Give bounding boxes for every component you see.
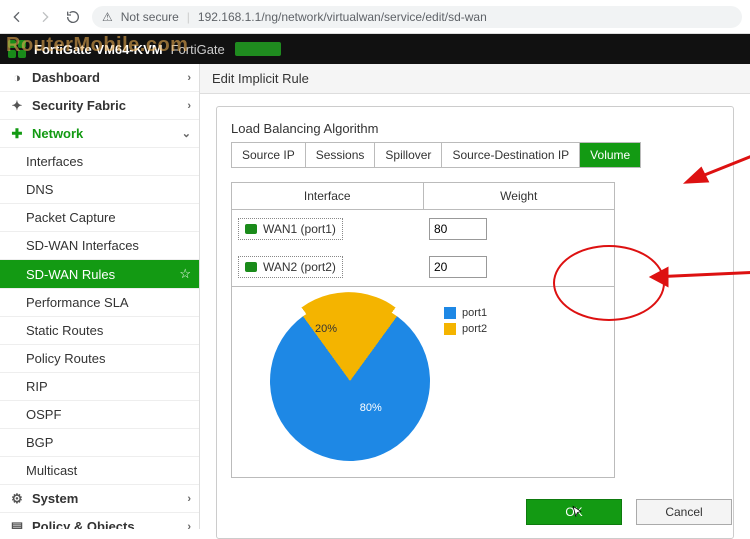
pie-label-port1: 80% (360, 402, 382, 414)
legend-swatch-port2 (444, 323, 456, 335)
chevron-right-icon: › (187, 521, 191, 530)
port-icon (245, 224, 257, 234)
tab-spillover[interactable]: Spillover (375, 143, 442, 167)
sidebar-item-network[interactable]: ✚Network ⌄ (0, 120, 199, 148)
sidebar-item-performance-sla[interactable]: Performance SLA (0, 289, 199, 317)
warning-icon: ⚠ (102, 10, 113, 24)
hostname: FortiGate (171, 42, 225, 57)
sidebar-item-packet-capture[interactable]: Packet Capture (0, 204, 199, 232)
page-title: Edit Implicit Rule (200, 64, 750, 94)
annotation-arrow (647, 127, 750, 197)
legend: port1 port2 (444, 307, 487, 461)
weight-input-wan1[interactable] (429, 218, 487, 240)
pie-label-port2: 20% (315, 323, 337, 335)
pie-chart: 20% 80% port1 port2 (232, 286, 614, 477)
gear-icon: ⚙ (10, 492, 24, 506)
sidebar-item-sdwan-rules[interactable]: SD-WAN Rules ☆ (0, 260, 199, 289)
table-row: WAN1 (port1) (232, 210, 614, 248)
panel: Load Balancing Algorithm Source IP Sessi… (216, 106, 734, 539)
col-weight: Weight (424, 183, 615, 210)
tab-sessions[interactable]: Sessions (306, 143, 376, 167)
port-icon (245, 262, 257, 272)
back-icon[interactable] (8, 8, 26, 26)
sidebar-item-multicast[interactable]: Multicast (0, 457, 199, 485)
sidebar-item-static-routes[interactable]: Static Routes (0, 317, 199, 345)
cancel-button[interactable]: Cancel (636, 499, 732, 525)
table-row: WAN2 (port2) (232, 248, 614, 286)
chevron-right-icon: › (187, 72, 191, 84)
annotation-arrow (637, 257, 750, 297)
sidebar-item-dashboard[interactable]: ◑Dashboard › (0, 64, 199, 92)
address-bar[interactable]: ⚠ Not secure | 192.168.1.1/ng/network/vi… (92, 6, 742, 28)
content-pane: Edit Implicit Rule Load Balancing Algori… (200, 64, 750, 529)
reload-icon[interactable] (64, 8, 82, 26)
gauge-icon: ◑ (10, 71, 24, 85)
sidebar-item-system[interactable]: ⚙System › (0, 485, 199, 513)
pie-graphic: 20% 80% (238, 269, 461, 492)
sidebar-item-security-fabric[interactable]: ✦Security Fabric › (0, 92, 199, 120)
sidebar-item-ospf[interactable]: OSPF (0, 401, 199, 429)
host-bar: FortiGate VM64-KVM FortiGate (0, 34, 750, 64)
list-icon: ▤ (10, 520, 24, 530)
url-text: 192.168.1.1/ng/network/virtualwan/servic… (198, 10, 487, 24)
plus-icon: ✚ (10, 127, 24, 141)
hostname-redacted (235, 42, 281, 56)
sidebar-item-policy-routes[interactable]: Policy Routes (0, 345, 199, 373)
col-interface: Interface (232, 183, 424, 210)
chevron-right-icon: › (187, 100, 191, 112)
legend-swatch-port1 (444, 307, 456, 319)
chevron-right-icon: › (187, 493, 191, 505)
tab-src-dst-ip[interactable]: Source-Destination IP (442, 143, 580, 167)
sidebar-item-rip[interactable]: RIP (0, 373, 199, 401)
sidebar-item-interfaces[interactable]: Interfaces (0, 148, 199, 176)
ok-button[interactable]: OK (526, 499, 622, 525)
device-model: FortiGate VM64-KVM (34, 42, 163, 57)
logo-icon (8, 40, 26, 58)
sidebar-item-bgp[interactable]: BGP (0, 429, 199, 457)
algorithm-tabs: Source IP Sessions Spillover Source-Dest… (231, 142, 641, 168)
section-label: Load Balancing Algorithm (231, 121, 719, 136)
weight-input-wan2[interactable] (429, 256, 487, 278)
sidebar-item-dns[interactable]: DNS (0, 176, 199, 204)
interface-wan2[interactable]: WAN2 (port2) (238, 256, 343, 278)
favorite-icon[interactable]: ☆ (179, 266, 191, 282)
weight-table: Interface Weight WAN1 (port1) WAN2 (port… (231, 182, 615, 478)
not-secure-label: Not secure (121, 10, 179, 24)
sidebar-item-sdwan-interfaces[interactable]: SD-WAN Interfaces (0, 232, 199, 260)
forward-icon[interactable] (36, 8, 54, 26)
interface-wan1[interactable]: WAN1 (port1) (238, 218, 343, 240)
star-icon: ✦ (10, 99, 24, 113)
sidebar-item-policy-objects[interactable]: ▤Policy & Objects › (0, 513, 199, 529)
chevron-down-icon: ⌄ (182, 127, 191, 140)
browser-bar: ⚠ Not secure | 192.168.1.1/ng/network/vi… (0, 0, 750, 34)
sidebar: ◑Dashboard › ✦Security Fabric › ✚Network… (0, 64, 200, 529)
footer-buttons: OK Cancel (526, 499, 732, 525)
tab-source-ip[interactable]: Source IP (232, 143, 306, 167)
tab-volume[interactable]: Volume (580, 143, 640, 167)
